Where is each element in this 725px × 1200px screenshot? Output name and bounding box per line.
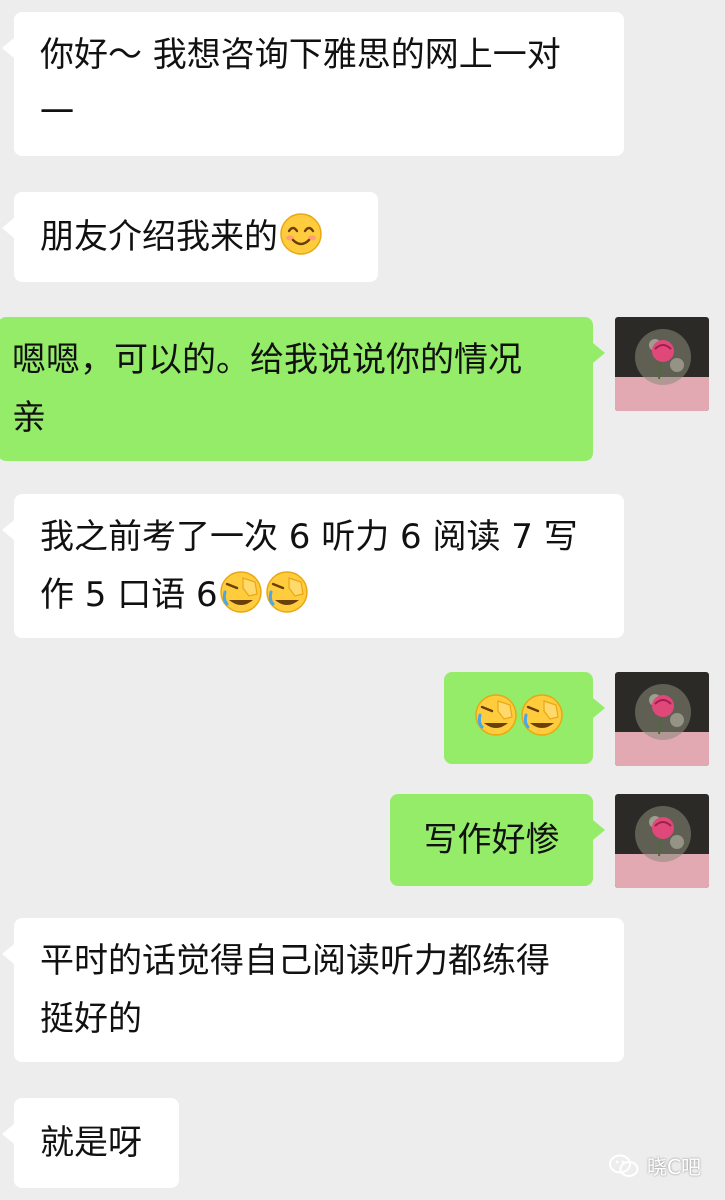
- facepalm-emoji-icon: [474, 694, 517, 736]
- message-bubble[interactable]: 嗯嗯，可以的。给我说说你的情况 亲: [0, 317, 605, 461]
- message-text: 朋友介绍我来的: [40, 217, 278, 257]
- message-text: 一: [40, 93, 74, 133]
- message-bubble[interactable]: [444, 672, 605, 764]
- avatar[interactable]: [615, 794, 709, 888]
- message-text: 亲: [12, 398, 46, 438]
- watermark: 晓C吧: [609, 1151, 701, 1180]
- facepalm-emoji-icon: [520, 694, 563, 736]
- message-bubble[interactable]: 你好～ 我想咨询下雅思的网上一对 一: [2, 12, 624, 156]
- watermark-text: 晓C吧: [647, 1155, 701, 1179]
- facepalm-emoji-icon: [219, 571, 262, 613]
- message-bubble[interactable]: 我之前考了一次 6 听力 6 阅读 7 写 作 5 口语 6: [2, 494, 624, 638]
- message-text: 写作好惨: [423, 820, 560, 860]
- message-text: 嗯嗯，可以的。给我说说你的情况: [12, 340, 522, 380]
- message-text: 平时的话觉得自己阅读听力都练得: [40, 941, 550, 981]
- rose-photo-avatar: [615, 794, 709, 888]
- facepalm-emoji-icon: [265, 571, 308, 613]
- message-text: 挺好的: [40, 999, 142, 1039]
- avatar[interactable]: [615, 317, 709, 411]
- message-text: 你好～ 我想咨询下雅思的网上一对: [40, 35, 561, 75]
- message-text: 我之前考了一次 6 听力 6 阅读 7 写: [40, 517, 578, 557]
- rose-photo-avatar: [615, 672, 709, 766]
- message-bubble[interactable]: 就是呀: [2, 1098, 179, 1188]
- wechat-official-account-icon: [609, 1154, 639, 1177]
- message-bubble[interactable]: 平时的话觉得自己阅读听力都练得 挺好的: [2, 918, 624, 1062]
- message-text: 就是呀: [40, 1123, 142, 1163]
- smile-emoji-icon: [280, 213, 322, 255]
- message-bubble[interactable]: 写作好惨: [390, 794, 605, 886]
- message-bubble[interactable]: 朋友介绍我来的: [2, 192, 378, 282]
- rose-photo-avatar: [615, 317, 709, 411]
- message-text: 作 5 口语 6: [40, 575, 218, 615]
- avatar[interactable]: [615, 672, 709, 766]
